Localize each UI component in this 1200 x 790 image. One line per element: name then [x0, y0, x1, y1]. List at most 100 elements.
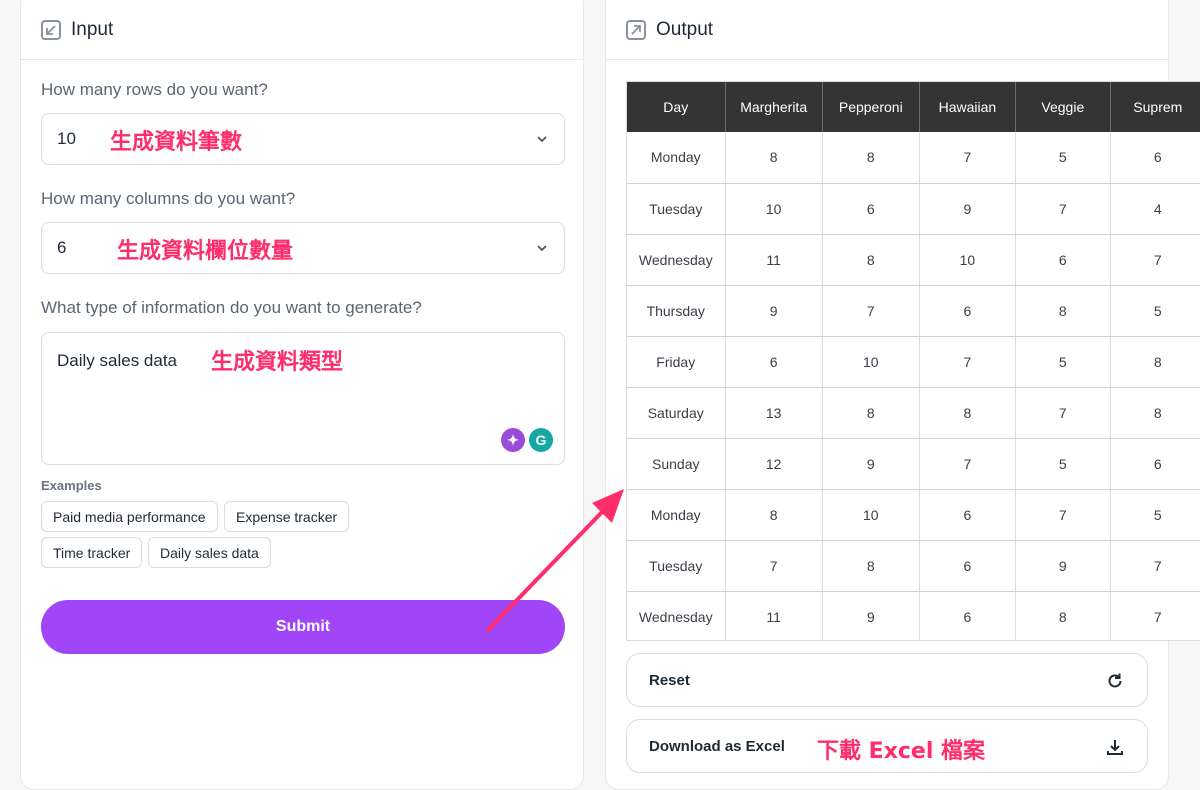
table-cell: 9 [822, 591, 920, 640]
table-cell: 7 [1110, 591, 1200, 640]
refresh-icon [1108, 673, 1122, 688]
table-cell: Sunday [627, 438, 726, 490]
table-row: Tuesday 10 6 9 7 4 [627, 183, 1200, 235]
example-chip-daily-sales[interactable]: Daily sales data [148, 537, 271, 568]
table-cell: 10 [822, 336, 920, 388]
download-label: Download as Excel [649, 737, 785, 755]
table-header-row: Day Margherita Pepperoni Hawaiian Veggie Supr… [627, 82, 1200, 132]
table-cell: Tuesday [627, 540, 726, 592]
chevron-down-icon [537, 245, 547, 252]
table-cell: Tuesday [627, 183, 726, 235]
table-cell: 10 [725, 183, 823, 235]
table-header-cell: Margherita [725, 82, 823, 132]
table-row: Sunday 12 9 7 5 6 [627, 438, 1200, 490]
example-chip-time-tracker[interactable]: Time tracker [41, 537, 143, 568]
examples-label: Examples [41, 478, 102, 493]
arrow-down-left-icon [41, 20, 61, 40]
cols-annotation: 生成資料欄位數量 [117, 239, 294, 264]
table-cell: 7 [725, 540, 823, 592]
table-cell: 9 [725, 285, 823, 337]
type-annotation: 生成資料類型 [211, 350, 344, 375]
reset-button[interactable]: Reset [626, 653, 1148, 707]
table-cell: 10 [822, 489, 920, 541]
table-row: Monday 8 8 7 5 6 [627, 132, 1200, 184]
output-table: Day Margherita Pepperoni Hawaiian Veggie Supr… [627, 82, 1200, 640]
table-cell: Wednesday [627, 591, 726, 640]
table-cell: 8 [725, 489, 823, 541]
cols-value: 6 [57, 238, 67, 257]
table-cell: Thursday [627, 285, 726, 337]
table-cell: 12 [725, 438, 823, 490]
type-value: Daily sales data [57, 351, 178, 370]
table-cell: 6 [725, 336, 823, 388]
table-cell: 9 [919, 183, 1017, 235]
table-cell: 7 [1015, 489, 1111, 541]
table-cell: 8 [1015, 285, 1111, 337]
table-cell: 10 [919, 234, 1017, 286]
table-row: Wednesday 11 8 10 6 7 [627, 234, 1200, 286]
table-cell: 9 [1015, 540, 1111, 592]
submit-button[interactable]: Submit [41, 600, 565, 654]
table-row: Friday 6 10 7 5 8 [627, 336, 1200, 388]
table-cell: 6 [822, 183, 920, 235]
rows-annotation: 生成資料筆數 [110, 130, 243, 155]
table-cell: 8 [822, 234, 920, 286]
table-cell: 5 [1015, 336, 1111, 388]
table-cell: 9 [822, 438, 920, 490]
table-cell: Monday [627, 132, 726, 184]
output-panel: Output Day Margherita Pepperoni Hawaiian Veg… [605, 0, 1200, 790]
table-cell: 8 [822, 132, 920, 184]
table-cell: 7 [919, 132, 1017, 184]
table-cell: 11 [725, 234, 823, 286]
table-cell: 11 [725, 591, 823, 640]
example-chip-paid-media[interactable]: Paid media performance [41, 501, 218, 532]
table-cell: 8 [725, 132, 823, 184]
table-row: Wednesday 11 9 6 8 7 [627, 591, 1200, 640]
example-chip-expense-tracker[interactable]: Expense tracker [224, 501, 350, 532]
table-cell: 8 [919, 387, 1017, 439]
cols-label: How many columns do you want? [41, 189, 296, 208]
input-panel: Input How many rows do you want? 10 生成資料… [20, 0, 584, 790]
table-cell: 8 [1110, 336, 1200, 388]
table-row: Thursday 9 7 6 8 5 [627, 285, 1200, 337]
table-cell: 7 [1110, 234, 1200, 286]
table-cell: 8 [822, 387, 920, 439]
input-panel-header: Input [21, 0, 583, 60]
table-cell: 6 [919, 489, 1017, 541]
table-cell: 8 [1015, 591, 1111, 640]
table-cell: 4 [1110, 183, 1200, 235]
table-cell: 8 [822, 540, 920, 592]
table-header-cell: Suprem [1110, 82, 1200, 132]
table-cell: 6 [919, 591, 1017, 640]
table-cell: 5 [1015, 438, 1111, 490]
table-cell: Friday [627, 336, 726, 388]
table-cell: 7 [919, 336, 1017, 388]
table-cell: 5 [1110, 489, 1200, 541]
table-row: Monday 8 10 6 7 5 [627, 489, 1200, 541]
table-cell: 7 [1015, 387, 1111, 439]
table-header-cell: Hawaiian [919, 82, 1017, 132]
table-cell: Saturday [627, 387, 726, 439]
sparkle-icon[interactable]: ✦ [501, 428, 525, 452]
table-cell: 7 [1015, 183, 1111, 235]
reset-label: Reset [649, 671, 690, 689]
output-panel-title: Output [656, 19, 714, 40]
output-panel-header: Output [606, 0, 1168, 60]
rows-value: 10 [57, 129, 76, 148]
table-cell: 6 [1015, 234, 1111, 286]
table-cell: 13 [725, 387, 823, 439]
grammarly-icon[interactable]: G [529, 428, 553, 452]
table-cell: 6 [919, 285, 1017, 337]
table-cell: Wednesday [627, 234, 726, 286]
table-row: Saturday 13 8 8 7 8 [627, 387, 1200, 439]
input-panel-title: Input [71, 19, 114, 40]
type-label: What type of information do you want to … [41, 298, 422, 317]
table-cell: 6 [919, 540, 1017, 592]
table-cell: 5 [1015, 132, 1111, 184]
table-cell: Monday [627, 489, 726, 541]
download-annotation: 下載 Excel 檔案 [817, 739, 986, 764]
table-header-cell: Veggie [1015, 82, 1111, 132]
download-icon [1107, 740, 1123, 755]
table-cell: 7 [919, 438, 1017, 490]
output-table-wrap[interactable]: Day Margherita Pepperoni Hawaiian Veggie Supr… [626, 81, 1200, 641]
